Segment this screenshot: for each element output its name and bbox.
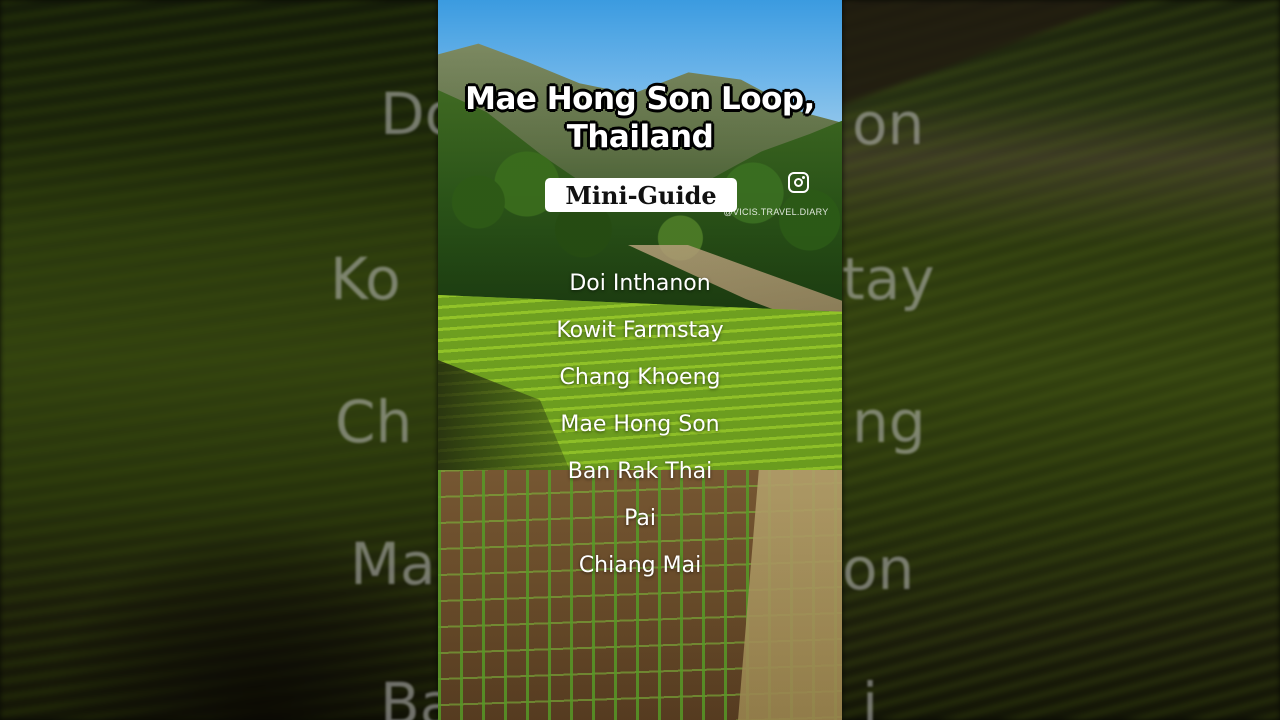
ghost-text: Do <box>380 80 438 148</box>
ghost-text: tay <box>842 245 935 313</box>
title-line: Mae Hong Son Loop, <box>465 81 815 117</box>
right-blurred-backdrop: on tay ng on i <box>842 0 1280 720</box>
ghost-text: Ko <box>330 245 401 313</box>
ghost-text: Ch <box>335 388 413 456</box>
instagram-handle: @VICIS.TRAVEL.DIARY <box>723 207 829 217</box>
video-frame[interactable]: Mae Hong Son Loop, Thailand Mini-Guide @… <box>438 0 842 720</box>
route-stop: Kowit Farmstay <box>556 318 724 343</box>
ghost-text: i <box>862 670 879 720</box>
video-title: Mae Hong Son Loop, Thailand <box>438 80 842 156</box>
route-stop: Pai <box>624 506 656 531</box>
route-stop-list: Doi Inthanon Kowit Farmstay Chang Khoeng… <box>438 266 842 595</box>
route-stop: Mae Hong Son <box>560 412 720 437</box>
ghost-text: Ma <box>350 530 436 598</box>
ghost-text: on <box>842 535 915 603</box>
ghost-text: on <box>852 90 925 158</box>
ghost-text: Ba <box>380 670 438 720</box>
route-stop: Chiang Mai <box>578 553 702 578</box>
route-stop: Chang Khoeng <box>559 365 721 390</box>
route-stop: Doi Inthanon <box>569 271 711 296</box>
route-stop: Ban Rak Thai <box>567 459 713 484</box>
ghost-text: ng <box>852 388 926 456</box>
mini-guide-badge: Mini-Guide <box>545 178 737 212</box>
instagram-icon <box>788 172 809 193</box>
left-blurred-backdrop: Do Ko Ch Ma Ba <box>0 0 438 720</box>
title-line: Thailand <box>566 119 714 155</box>
